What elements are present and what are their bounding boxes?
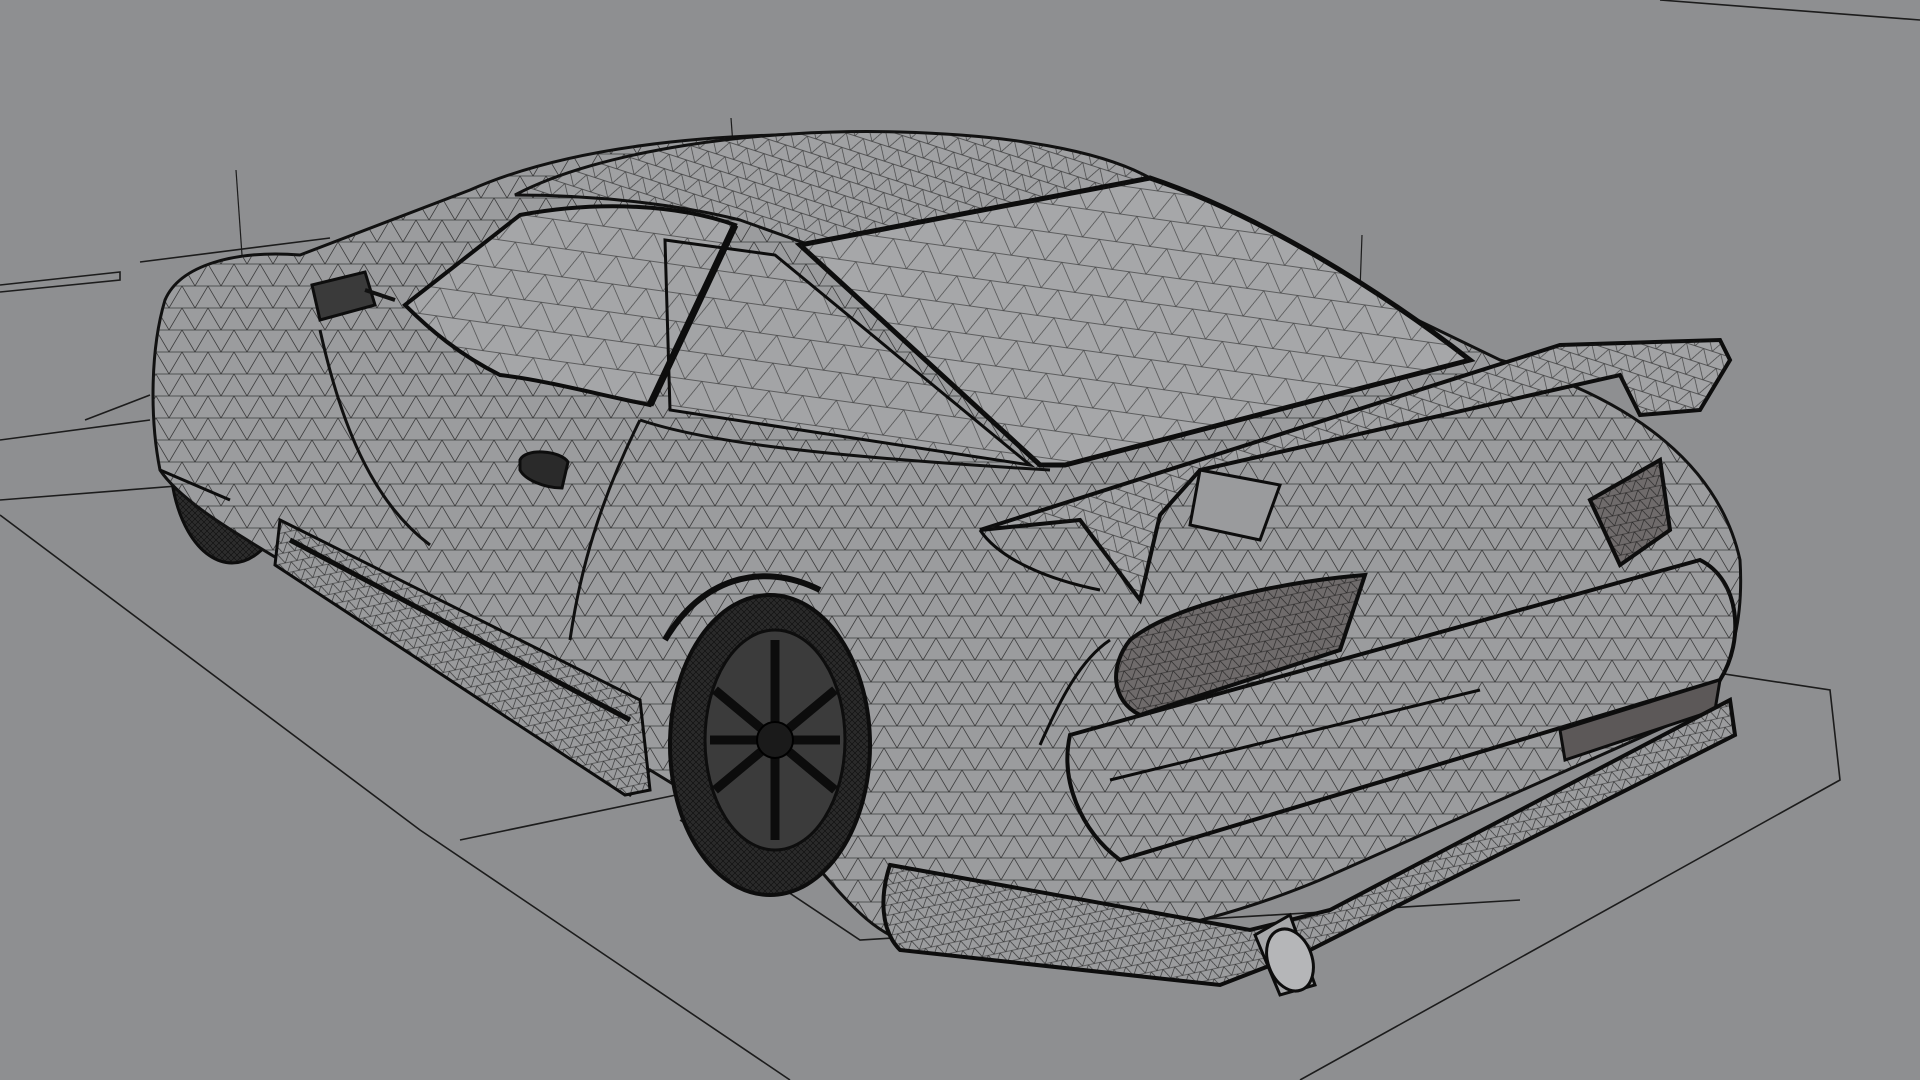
- 3d-viewport[interactable]: [0, 0, 1920, 1080]
- viewport-canvas[interactable]: [0, 0, 1920, 1080]
